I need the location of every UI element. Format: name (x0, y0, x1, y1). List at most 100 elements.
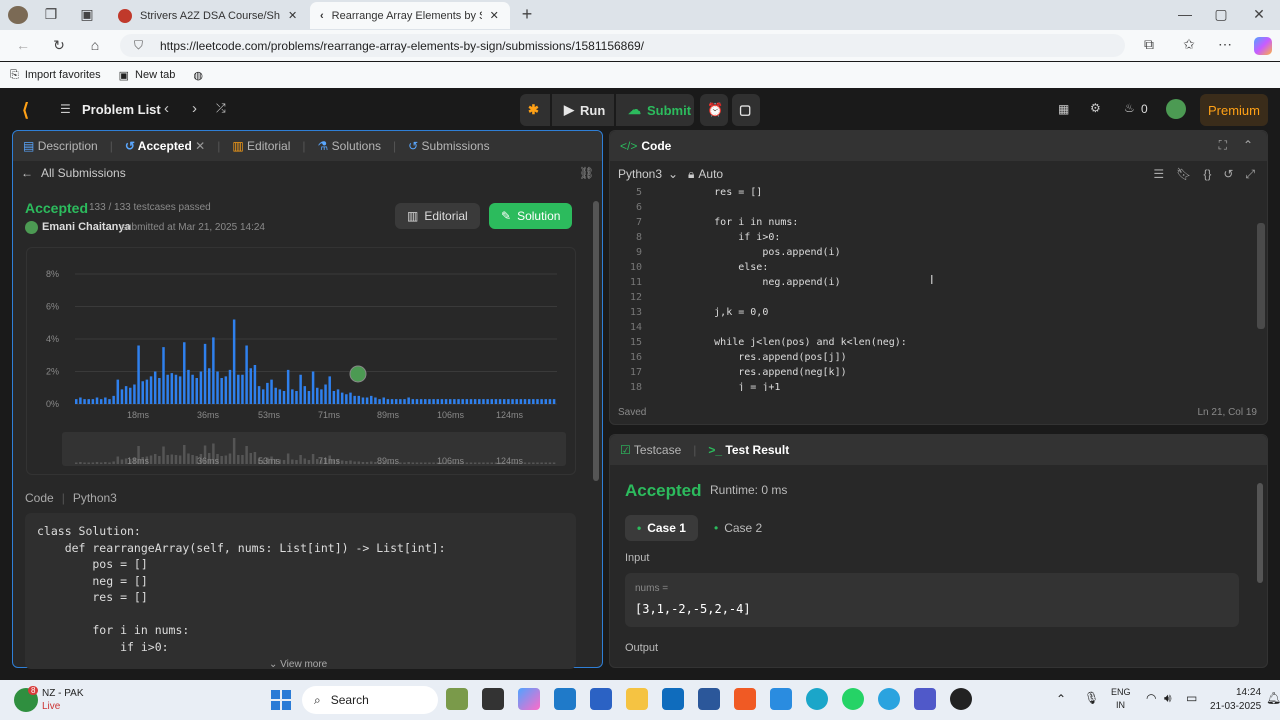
chart-bar[interactable] (482, 399, 485, 404)
maximize-icon[interactable]: ▢ (1212, 6, 1230, 23)
vscode-icon[interactable] (770, 688, 792, 710)
chart-bar[interactable] (83, 399, 86, 404)
weather-title[interactable]: NZ - PAK (42, 688, 83, 699)
browser-tab-leetcode[interactable]: ‹ Rearrange Array Elements by Sign ✕ (310, 2, 510, 29)
chart-bar[interactable] (340, 392, 344, 404)
braces-icon[interactable]: {} (1203, 167, 1211, 182)
close-tab-icon[interactable]: ✕ (490, 9, 499, 22)
chart-bar[interactable] (345, 394, 348, 404)
shuffle-icon[interactable]: ⤮ (216, 101, 226, 116)
chart-bar[interactable] (166, 374, 169, 404)
whatsapp-icon[interactable] (842, 688, 864, 710)
chart-bar[interactable] (191, 374, 194, 404)
brave-icon[interactable] (734, 688, 756, 710)
chart-bar[interactable] (536, 399, 539, 404)
workspaces-icon[interactable]: ❐ (42, 6, 60, 23)
chart-bar[interactable] (199, 371, 203, 405)
chart-bar[interactable] (99, 399, 103, 404)
chart-bar[interactable] (120, 389, 124, 404)
chart-bar[interactable] (91, 399, 95, 404)
chevron-up-icon[interactable]: ⌃ (1056, 692, 1066, 706)
chart-bar[interactable] (519, 399, 523, 404)
app-widget-icon[interactable] (446, 688, 468, 710)
debug-button[interactable]: ✱ (520, 94, 550, 126)
task-view-icon[interactable] (482, 688, 504, 710)
chart-bar[interactable] (95, 397, 99, 405)
globe-icon[interactable]: ◍ (193, 69, 203, 82)
link-icon[interactable]: ⛓ (579, 166, 594, 180)
chart-bar[interactable] (282, 391, 286, 404)
expand-icon[interactable]: ⤢ (1245, 167, 1255, 182)
chart-bar[interactable] (274, 387, 277, 404)
chart-bar[interactable] (494, 399, 498, 404)
close-tab-icon[interactable]: ✕ (195, 139, 205, 153)
leetcode-logo-icon[interactable]: ⟨ (22, 100, 29, 121)
all-submissions-link[interactable]: ← All Submissions (21, 166, 126, 180)
chart-bar[interactable] (237, 374, 240, 404)
home-icon[interactable]: ⌂ (86, 37, 104, 53)
microphone-icon[interactable]: 🎙︎ (1084, 691, 1099, 705)
close-tab-icon[interactable]: ✕ (288, 9, 297, 22)
chart-bar[interactable] (390, 399, 394, 404)
chart-bar[interactable] (515, 399, 518, 404)
notes-button[interactable]: ▢ (732, 94, 760, 126)
chart-bar[interactable] (407, 397, 410, 405)
volume-icon[interactable]: 🔊︎ (1164, 691, 1172, 706)
more-menu-icon[interactable]: ⋯ (1216, 36, 1234, 53)
chart-bar[interactable] (328, 376, 331, 404)
chart-bar[interactable] (552, 399, 556, 404)
auto-mode[interactable]: 🔒︎ Auto (688, 167, 723, 182)
chart-bar[interactable] (394, 399, 398, 404)
chart-bar[interactable] (378, 399, 381, 404)
chart-bar[interactable] (316, 387, 319, 404)
wifi-icon[interactable]: ◠ (1146, 691, 1156, 705)
chart-bar[interactable] (133, 384, 136, 405)
run-button[interactable]: ▶ Run (552, 94, 614, 126)
tab-editorial[interactable]: ▥ Editorial (232, 139, 290, 153)
chart-bar[interactable] (129, 387, 132, 404)
back-icon[interactable]: ← (14, 37, 32, 53)
chart-bar[interactable] (486, 399, 489, 404)
new-tab-plus-icon[interactable]: + (518, 4, 536, 25)
outlook-icon[interactable] (662, 688, 684, 710)
chart-bar[interactable] (261, 389, 265, 404)
chart-bar[interactable] (212, 337, 215, 404)
store-icon[interactable] (554, 688, 576, 710)
chart-bar[interactable] (158, 378, 161, 404)
streak-flame-icon[interactable]: ♨ (1124, 101, 1135, 115)
word-icon[interactable] (698, 688, 720, 710)
address-bar[interactable]: ⛉ https://leetcode.com/problems/rearrang… (120, 34, 1125, 57)
case-2-tab[interactable]: • Case 2 (702, 515, 774, 541)
chart-bar[interactable] (224, 376, 228, 404)
chart-bar[interactable] (311, 371, 315, 405)
chart-bar[interactable] (523, 399, 527, 404)
chart-bar[interactable] (411, 399, 415, 404)
chart-bar[interactable] (511, 399, 514, 404)
next-problem-icon[interactable]: › (192, 100, 197, 117)
chart-bar[interactable] (203, 343, 207, 404)
tab-solutions[interactable]: ⚗ Solutions (318, 139, 381, 153)
chart-bar[interactable] (469, 399, 473, 404)
chart-bar[interactable] (349, 392, 352, 404)
view-more-link[interactable]: ⌄ View more (269, 659, 327, 669)
submit-button[interactable]: ☁ Submit (616, 94, 694, 126)
copilot-app-icon[interactable] (518, 688, 540, 710)
app-icon[interactable] (590, 688, 612, 710)
settings-gear-icon[interactable]: ⚙ (1090, 101, 1101, 115)
chart-bar[interactable] (207, 368, 211, 404)
chart-bar[interactable] (141, 381, 144, 404)
chart-bar[interactable] (453, 399, 456, 404)
chart-bar[interactable] (365, 397, 369, 405)
chart-bar[interactable] (228, 369, 232, 404)
edge-icon[interactable] (806, 688, 828, 710)
chart-bar[interactable] (544, 399, 548, 404)
timer-button[interactable]: ⏰ (700, 94, 728, 126)
tab-test-result[interactable]: >_ Test Result (708, 443, 789, 457)
tab-accepted[interactable]: ↺ Accepted ✕ (125, 139, 205, 153)
chart-bar[interactable] (332, 391, 336, 404)
chart-bar[interactable] (278, 389, 282, 404)
chart-bar[interactable] (149, 376, 153, 404)
chart-bar[interactable] (257, 386, 261, 404)
chart-bar[interactable] (440, 399, 444, 404)
chart-bar[interactable] (108, 399, 111, 404)
